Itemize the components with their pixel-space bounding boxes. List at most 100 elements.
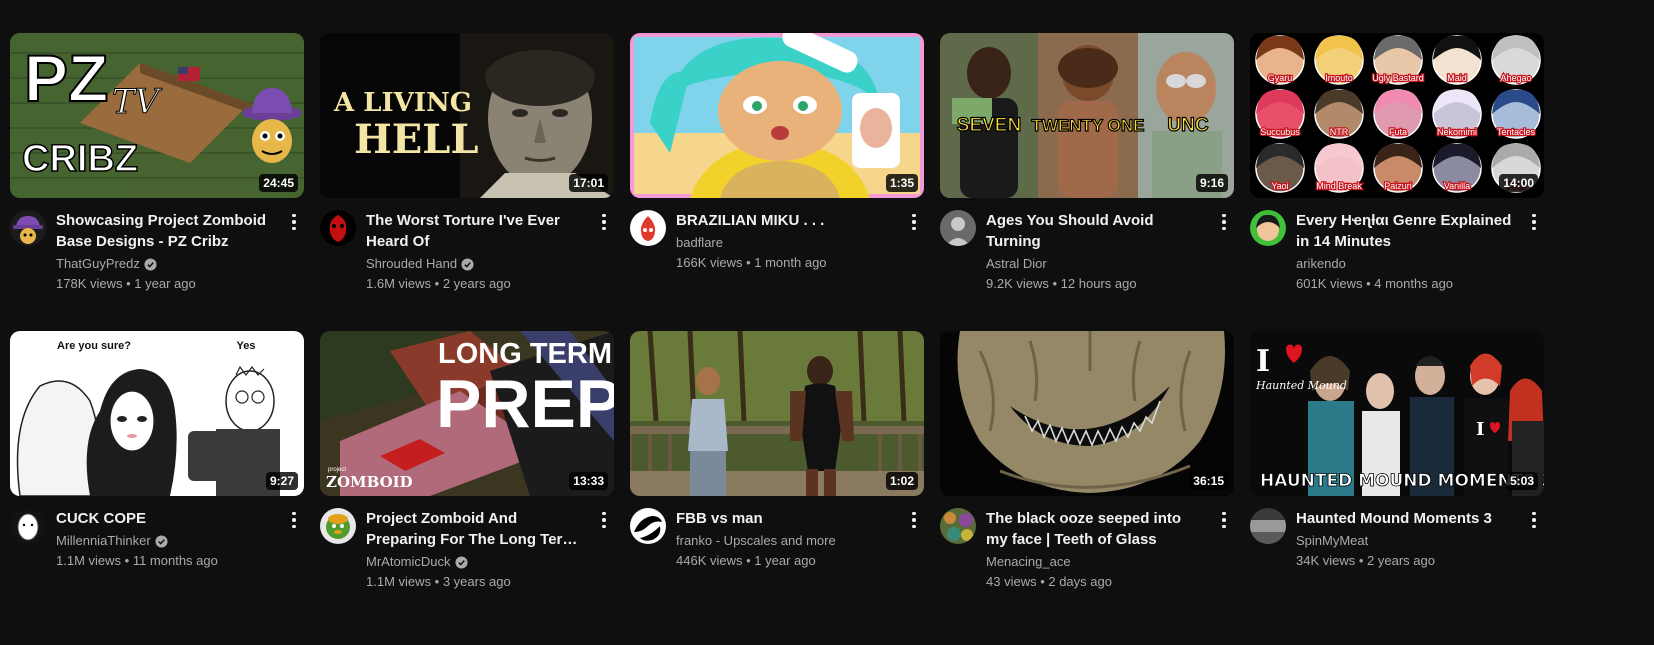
video-thumbnail[interactable]: A LIVING HELL 17:01 — [320, 33, 614, 198]
video-card[interactable]: Gyaru Imouto Ugly Bastard Maid Ahegao Succubu… — [1250, 33, 1544, 331]
video-thumbnail[interactable]: I Haunted Mound I HAUNTED MOUND MOMENTS … — [1250, 331, 1544, 496]
video-thumbnail[interactable]: 36:15 — [940, 331, 1234, 496]
channel-name-row: franko - Upscales and more — [676, 531, 896, 551]
genre-portrait: Maid — [1432, 35, 1482, 85]
video-meta: FBB vs man franko - Upscales and more 44… — [630, 508, 924, 571]
thumbnail-image: Gyaru Imouto Ugly Bastard Maid Ahegao Succubu… — [1250, 33, 1544, 198]
video-card[interactable]: 1:02 FBB vs man franko - Upscales and mo… — [630, 331, 924, 631]
video-title[interactable]: The Worst Torture I've Ever Heard Of — [366, 210, 586, 252]
video-info: Ages You Should Avoid Turning Astral Dio… — [986, 210, 1234, 294]
upload-age: 12 hours ago — [1060, 276, 1137, 291]
video-title[interactable]: Haunted Mound Moments 3 — [1296, 508, 1516, 529]
view-count: 43 views — [986, 574, 1037, 589]
channel-name[interactable]: franko - Upscales and more — [676, 531, 836, 551]
channel-name[interactable]: MrAtomicDuck — [366, 552, 451, 572]
video-info: Haunted Mound Moments 3 SpinMyMeat 34K v… — [1296, 508, 1544, 571]
channel-name[interactable]: Astral Dior — [986, 254, 1047, 274]
video-thumbnail[interactable]: 1:35 — [630, 33, 924, 198]
video-thumbnail[interactable]: SEVEN TWENTY ONE UNC 9:16 — [940, 33, 1234, 198]
video-duration: 1:02 — [885, 472, 918, 490]
channel-name[interactable]: arikendo — [1296, 254, 1346, 274]
channel-avatar[interactable] — [10, 508, 46, 544]
channel-name[interactable]: ThatGuyPredz — [56, 254, 140, 274]
more-actions-icon[interactable] — [284, 508, 304, 532]
video-title[interactable]: Ages You Should Avoid Turning — [986, 210, 1206, 252]
video-card[interactable]: 1:35 BRAZILIAN MIKU . . . badflare 166K … — [630, 33, 924, 331]
genre-label: Gyaru — [1268, 73, 1293, 83]
genre-label: Succubus — [1260, 127, 1300, 137]
thumb-text-moments: HAUNTED MOUND MOMENTS 3 — [1260, 471, 1544, 491]
video-card[interactable]: I Haunted Mound I HAUNTED MOUND MOMENTS … — [1250, 331, 1544, 631]
video-meta: Ages You Should Avoid Turning Astral Dio… — [940, 210, 1234, 294]
video-title[interactable]: Project Zomboid And Preparing For The Lo… — [366, 508, 586, 550]
video-title[interactable]: BRAZILIAN MIKU . . . — [676, 210, 896, 231]
video-thumbnail[interactable]: PZ TV CRIBZ 24:45 — [10, 33, 304, 198]
video-duration: 13:33 — [569, 472, 608, 490]
video-card[interactable]: SEVEN TWENTY ONE UNC 9:16 Ages You Shoul… — [940, 33, 1234, 331]
video-stats: 1.1M views • 3 years ago — [366, 574, 511, 589]
channel-name[interactable]: MillenniaThinker — [56, 531, 151, 551]
video-thumbnail[interactable]: Are you sure? Yes 9:27 — [10, 331, 304, 496]
video-info: The Worst Torture I've Ever Heard Of Shr… — [366, 210, 614, 294]
channel-avatar[interactable] — [1250, 508, 1286, 544]
channel-avatar[interactable] — [940, 508, 976, 544]
video-card[interactable]: A LIVING HELL 17:01 The Worst Torture I'… — [320, 33, 614, 331]
channel-name-row: arikendo — [1296, 254, 1516, 274]
view-count: 446K views — [676, 553, 743, 568]
genre-label: Futa — [1389, 127, 1407, 137]
channel-name[interactable]: SpinMyMeat — [1296, 531, 1368, 551]
thumbnail-image — [940, 331, 1234, 496]
video-thumbnail[interactable]: LONG TERM PREP project ZOMBOID 13:33 — [320, 331, 614, 496]
channel-name[interactable]: badflare — [676, 233, 723, 253]
view-count: 34K views — [1296, 553, 1356, 568]
channel-name-row: Menacing_ace — [986, 552, 1206, 572]
thumb-text-zomboid: ZOMBOID — [326, 473, 413, 491]
video-info: Every Ηҽɳƚαι Genre Explained in 14 Minut… — [1296, 210, 1544, 294]
video-title[interactable]: Showcasing Project Zomboid Base Designs … — [56, 210, 276, 252]
video-thumbnail[interactable]: Gyaru Imouto Ugly Bastard Maid Ahegao Succubu… — [1250, 33, 1544, 198]
more-actions-icon[interactable] — [594, 508, 614, 532]
channel-avatar[interactable] — [10, 210, 46, 246]
channel-avatar[interactable] — [630, 210, 666, 246]
channel-avatar[interactable] — [940, 210, 976, 246]
video-info: CUCK COPE MillenniaThinker 1.1M views • … — [56, 508, 304, 571]
genre-label: Ugly Bastard — [1372, 73, 1424, 83]
thumbnail-image: I Haunted Mound I HAUNTED MOUND MOMENTS … — [1250, 331, 1544, 496]
channel-avatar[interactable] — [630, 508, 666, 544]
video-card[interactable]: 36:15 The black ooze seeped into my face… — [940, 331, 1234, 631]
channel-avatar[interactable] — [320, 210, 356, 246]
video-duration: 36:15 — [1189, 472, 1228, 490]
video-title[interactable]: CUCK COPE — [56, 508, 276, 529]
genre-portrait: Nekomimi — [1432, 89, 1482, 139]
more-actions-icon[interactable] — [904, 508, 924, 532]
video-info: FBB vs man franko - Upscales and more 44… — [676, 508, 924, 571]
video-card[interactable]: LONG TERM PREP project ZOMBOID 13:33 Pro… — [320, 331, 614, 631]
channel-name-row: ThatGuyPredz — [56, 254, 276, 274]
upload-age: 1 year ago — [754, 553, 816, 568]
upload-age: 2 years ago — [442, 276, 511, 291]
video-card[interactable]: PZ TV CRIBZ 24:45 Showcasing Project Zom… — [10, 33, 304, 331]
more-actions-icon[interactable] — [1524, 210, 1544, 234]
thumbnail-image: PZ TV CRIBZ — [10, 33, 304, 198]
channel-avatar[interactable] — [1250, 210, 1286, 246]
channel-name[interactable]: Menacing_ace — [986, 552, 1071, 572]
video-title[interactable]: The black ooze seeped into my face | Tee… — [986, 508, 1206, 550]
video-stats: 446K views • 1 year ago — [676, 553, 816, 568]
more-actions-icon[interactable] — [1524, 508, 1544, 532]
channel-avatar[interactable] — [320, 508, 356, 544]
more-actions-icon[interactable] — [1214, 210, 1234, 234]
thumb-text-pz: PZ — [24, 41, 108, 115]
video-grid: PZ TV CRIBZ 24:45 Showcasing Project Zom… — [10, 33, 1650, 631]
more-actions-icon[interactable] — [594, 210, 614, 234]
more-actions-icon[interactable] — [284, 210, 304, 234]
thumb-text-hell: HELL — [354, 116, 479, 163]
video-thumbnail[interactable]: 1:02 — [630, 331, 924, 496]
genre-portrait: Ahegao — [1491, 35, 1541, 85]
more-actions-icon[interactable] — [1214, 508, 1234, 532]
video-card[interactable]: Are you sure? Yes 9:27 CUCK COPE Millenn… — [10, 331, 304, 631]
video-title[interactable]: Every Ηҽɳƚαι Genre Explained in 14 Minut… — [1296, 210, 1516, 252]
channel-name[interactable]: Shrouded Hand — [366, 254, 457, 274]
more-actions-icon[interactable] — [904, 210, 924, 234]
video-title[interactable]: FBB vs man — [676, 508, 896, 529]
video-meta: Every Ηҽɳƚαι Genre Explained in 14 Minut… — [1250, 210, 1544, 294]
